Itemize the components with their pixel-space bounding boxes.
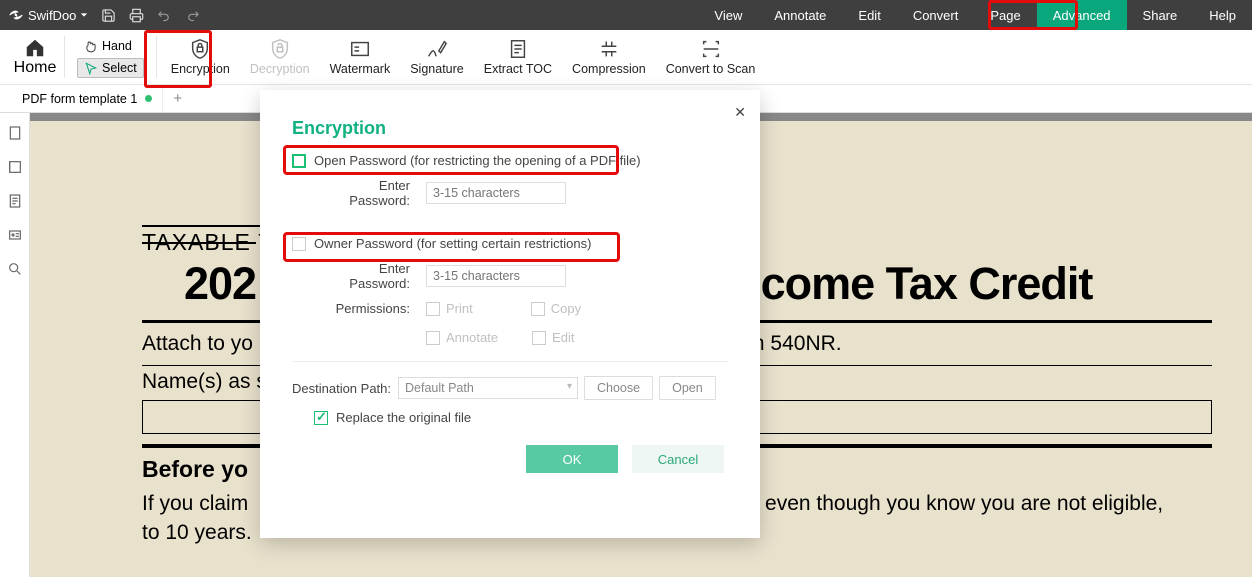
thumbnails-icon[interactable] xyxy=(7,125,23,141)
left-toolbar xyxy=(0,113,30,577)
add-tab-button[interactable]: + xyxy=(163,90,192,107)
owner-password-option[interactable]: Owner Password (for setting certain rest… xyxy=(292,236,728,251)
search-icon[interactable] xyxy=(7,261,23,277)
perm-edit[interactable]: Edit xyxy=(532,330,574,345)
replace-original-checkbox[interactable] xyxy=(314,411,328,425)
hand-icon xyxy=(84,39,98,53)
enter-password-label: Enter Password: xyxy=(318,178,410,208)
list-icon[interactable] xyxy=(7,193,23,209)
dest-path-select[interactable] xyxy=(398,377,578,399)
document-tab[interactable]: PDF form template 1 xyxy=(12,85,163,112)
ribbon-convert-scan[interactable]: Convert to Scan xyxy=(656,30,766,84)
bookmarks-icon[interactable] xyxy=(7,159,23,175)
cancel-button[interactable]: Cancel xyxy=(632,445,724,473)
watermark-icon xyxy=(349,38,371,60)
dialog-title: Encryption xyxy=(292,118,728,139)
toc-icon xyxy=(507,38,529,60)
perm-print[interactable]: Print xyxy=(426,301,473,316)
ribbon-home[interactable]: Home xyxy=(10,30,60,84)
menu-edit[interactable]: Edit xyxy=(842,0,896,30)
cursor-icon xyxy=(84,61,98,75)
ribbon: Home Hand Select Encryption Decryption W… xyxy=(0,30,1252,85)
app-logo: SwifDoo xyxy=(8,7,88,23)
shield-unlock-icon xyxy=(269,38,291,60)
print-icon[interactable] xyxy=(128,7,144,23)
undo-icon[interactable] xyxy=(156,7,172,23)
chevron-down-icon[interactable]: ▾ xyxy=(567,381,572,392)
close-icon[interactable]: ✕ xyxy=(734,104,746,121)
menu-help[interactable]: Help xyxy=(1193,0,1252,30)
ribbon-compression[interactable]: Compression xyxy=(562,30,656,84)
ribbon-decryption[interactable]: Decryption xyxy=(240,30,320,84)
document-tab-label: PDF form template 1 xyxy=(22,92,137,106)
enter-password-label-2: Enter Password: xyxy=(318,261,410,291)
perm-copy[interactable]: Copy xyxy=(531,301,581,316)
topbar: SwifDoo View Annotate Edit Convert Page … xyxy=(0,0,1252,30)
menu-advanced[interactable]: Advanced xyxy=(1037,0,1127,30)
dest-path-label: Destination Path: xyxy=(292,381,392,396)
encryption-dialog: ✕ Encryption Open Password (for restrict… xyxy=(260,90,760,538)
form-icon[interactable] xyxy=(7,227,23,243)
open-button[interactable]: Open xyxy=(659,376,716,400)
ok-button[interactable]: OK xyxy=(526,445,618,473)
ribbon-watermark[interactable]: Watermark xyxy=(320,30,401,84)
permissions-label: Permissions: xyxy=(318,301,410,316)
menu-view[interactable]: View xyxy=(698,0,758,30)
home-icon xyxy=(24,37,46,59)
chevron-down-icon[interactable] xyxy=(80,11,88,19)
menu-share[interactable]: Share xyxy=(1127,0,1194,30)
owner-password-input[interactable] xyxy=(426,265,566,287)
save-icon[interactable] xyxy=(100,7,116,23)
perm-annotate[interactable]: Annotate xyxy=(426,330,498,345)
signature-icon xyxy=(426,38,448,60)
open-password-input[interactable] xyxy=(426,182,566,204)
unsaved-dot-icon xyxy=(145,95,152,102)
owner-password-checkbox[interactable] xyxy=(292,237,306,251)
ribbon-signature[interactable]: Signature xyxy=(400,30,474,84)
ribbon-encryption[interactable]: Encryption xyxy=(161,30,240,84)
app-name: SwifDoo xyxy=(28,8,76,23)
hand-tool[interactable]: Hand xyxy=(77,36,144,56)
open-password-checkbox[interactable] xyxy=(292,154,306,168)
select-tool[interactable]: Select xyxy=(77,58,144,78)
choose-button[interactable]: Choose xyxy=(584,376,653,400)
redo-icon[interactable] xyxy=(184,7,200,23)
menu-page[interactable]: Page xyxy=(974,0,1036,30)
shield-lock-icon xyxy=(189,38,211,60)
ribbon-extract-toc[interactable]: Extract TOC xyxy=(474,30,562,84)
scan-icon xyxy=(700,38,722,60)
open-password-option[interactable]: Open Password (for restricting the openi… xyxy=(292,153,728,168)
menu-annotate[interactable]: Annotate xyxy=(758,0,842,30)
compress-icon xyxy=(598,38,620,60)
menu-convert[interactable]: Convert xyxy=(897,0,975,30)
